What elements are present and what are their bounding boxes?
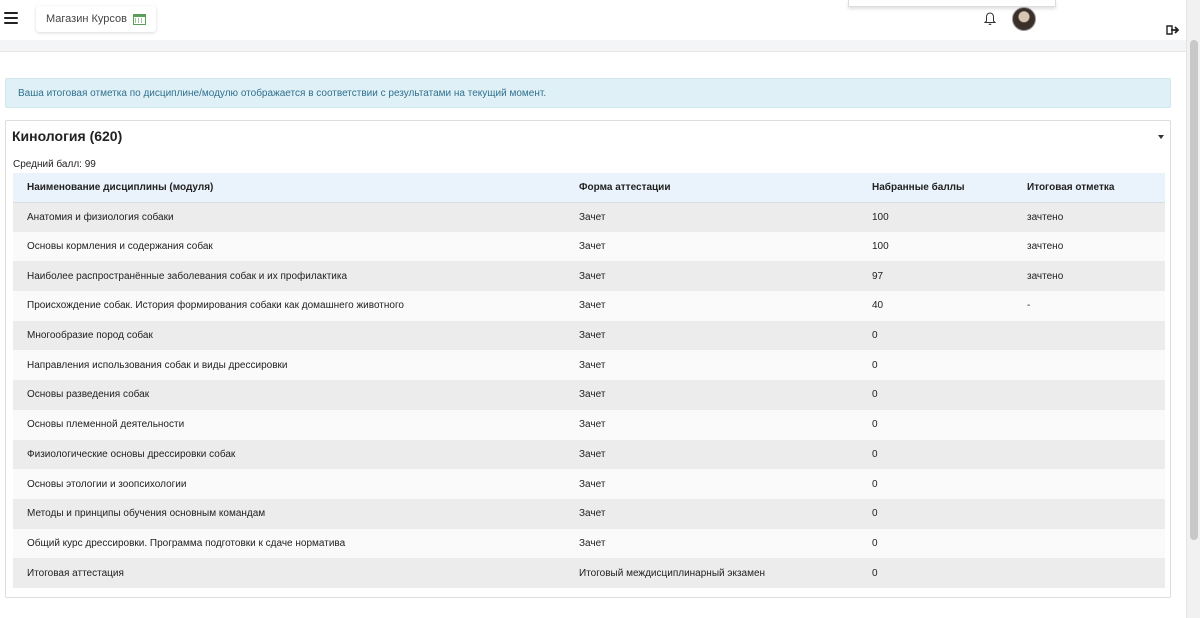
cell-discipline: Наиболее распространённые заболевания со…	[27, 270, 348, 282]
cell-attestation: Зачет	[579, 241, 606, 253]
caret-down-icon[interactable]	[1158, 135, 1164, 139]
cell-final-grade: -	[1027, 300, 1031, 312]
column-header-final-grade: Итоговая отметка	[1013, 173, 1165, 203]
cell-points: 97	[872, 270, 884, 282]
table-row: Многообразие пород собак Зачет 0	[13, 320, 1165, 351]
cell-discipline: Направления использования собак и виды д…	[27, 359, 288, 371]
cell-final-grade	[1013, 321, 1165, 351]
hamburger-menu-icon[interactable]	[4, 12, 18, 24]
course-store-label: Магазин Курсов	[46, 13, 127, 25]
cell-attestation: Зачет	[579, 300, 606, 312]
bell-icon[interactable]	[984, 12, 996, 26]
cell-points: 0	[872, 448, 878, 460]
table-row: Основы племенной деятельности Зачет 0	[13, 409, 1165, 440]
table-row: Общий курс дрессировки. Программа подгот…	[13, 528, 1165, 559]
cell-discipline: Общий курс дрессировки. Программа подгот…	[27, 537, 346, 549]
cell-final-grade	[1013, 499, 1165, 529]
cell-attestation: Зачет	[579, 389, 606, 401]
scrollbar-thumb[interactable]	[1190, 40, 1198, 540]
info-alert-text: Ваша итоговая отметка по дисциплине/моду…	[18, 87, 547, 99]
cell-points: 0	[872, 419, 878, 431]
column-header-points: Набранные баллы	[858, 173, 1013, 203]
vertical-scrollbar[interactable]	[1186, 0, 1200, 618]
table-header-row: Наименование дисциплины (модуля) Форма а…	[13, 173, 1165, 203]
table-row: Анатомия и физиология собаки Зачет 100 зачт…	[13, 202, 1165, 232]
cell-final-grade	[1013, 410, 1165, 440]
logout-icon[interactable]	[1166, 24, 1180, 36]
cell-points: 0	[872, 359, 878, 371]
cell-final-grade: зачтено	[1027, 241, 1064, 253]
cell-attestation: Зачет	[579, 359, 606, 371]
cell-attestation: Зачет	[579, 270, 606, 282]
cell-points: 0	[872, 508, 878, 520]
course-grades-card: Кинология (620) Средний балл: 99 Наимено…	[5, 120, 1171, 598]
table-row: Методы и принципы обучения основным кома…	[13, 498, 1165, 529]
cell-points: 40	[872, 300, 884, 312]
cell-discipline: Происхождение собак. История формировани…	[27, 300, 404, 312]
table-row: Основы кормления и содержания собак Зачет…	[13, 231, 1165, 262]
info-alert: Ваша итоговая отметка по дисциплине/моду…	[5, 78, 1171, 108]
cell-discipline: Методы и принципы обучения основным кома…	[27, 508, 266, 520]
table-row: Физиологические основы дрессировки собак…	[13, 439, 1165, 470]
table-row: Наиболее распространённые заболевания со…	[13, 261, 1165, 292]
cell-discipline: Основы племенной деятельности	[27, 419, 185, 431]
table-row: Происхождение собак. История формировани…	[13, 291, 1165, 321]
cell-final-grade	[1013, 440, 1165, 470]
table-row: Основы разведения собак Зачет 0	[13, 380, 1165, 410]
cell-discipline: Основы разведения собак	[27, 389, 150, 401]
cell-discipline: Многообразие пород собак	[27, 330, 153, 342]
cell-final-grade	[1013, 529, 1165, 559]
cell-final-grade	[1013, 558, 1165, 588]
average-score: Средний балл: 99	[13, 159, 96, 170]
grades-table: Наименование дисциплины (модуля) Форма а…	[13, 173, 1165, 588]
cell-final-grade	[1013, 469, 1165, 499]
cell-final-grade	[1013, 350, 1165, 380]
cell-attestation: Итоговый междисциплинарный экзамен	[579, 567, 766, 579]
user-avatar[interactable]	[1012, 7, 1036, 31]
column-header-attestation: Форма аттестации	[565, 173, 858, 203]
cell-attestation: Зачет	[579, 508, 606, 520]
cell-discipline: Физиологические основы дрессировки собак	[27, 448, 236, 460]
cell-discipline: Основы этологии и зоопсихологии	[27, 478, 187, 490]
cell-attestation: Зачет	[579, 419, 606, 431]
calendar-icon	[132, 13, 146, 25]
top-navbar: Магазин Курсов	[0, 0, 1200, 40]
cell-attestation: Зачет	[579, 211, 606, 223]
cell-final-grade: зачтено	[1027, 211, 1064, 223]
cell-discipline: Основы кормления и содержания собак	[27, 241, 213, 253]
cell-discipline: Анатомия и физиология собаки	[27, 211, 174, 223]
cell-points: 0	[872, 330, 878, 342]
header-divider-band	[0, 40, 1186, 52]
column-header-discipline: Наименование дисциплины (модуля)	[13, 173, 565, 203]
cell-points: 0	[872, 478, 878, 490]
dropdown-panel-edge	[848, 0, 1056, 7]
cell-attestation: Зачет	[579, 330, 606, 342]
cell-points: 0	[872, 389, 878, 401]
cell-attestation: Зачет	[579, 478, 606, 490]
cell-points: 100	[872, 241, 889, 253]
cell-attestation: Зачет	[579, 448, 606, 460]
cell-points: 100	[872, 211, 889, 223]
cell-points: 0	[872, 567, 878, 579]
cell-final-grade: зачтено	[1027, 270, 1064, 282]
cell-points: 0	[872, 537, 878, 549]
table-row: Основы этологии и зоопсихологии Зачет 0	[13, 469, 1165, 499]
cell-final-grade	[1013, 380, 1165, 410]
course-store-button[interactable]: Магазин Курсов	[36, 6, 156, 32]
cell-discipline: Итоговая аттестация	[27, 567, 124, 579]
course-title: Кинология (620)	[12, 128, 123, 144]
cell-attestation: Зачет	[579, 537, 606, 549]
table-row: Направления использования собак и виды д…	[13, 350, 1165, 381]
table-row: Итоговая аттестация Итоговый междисциплин…	[13, 558, 1165, 588]
